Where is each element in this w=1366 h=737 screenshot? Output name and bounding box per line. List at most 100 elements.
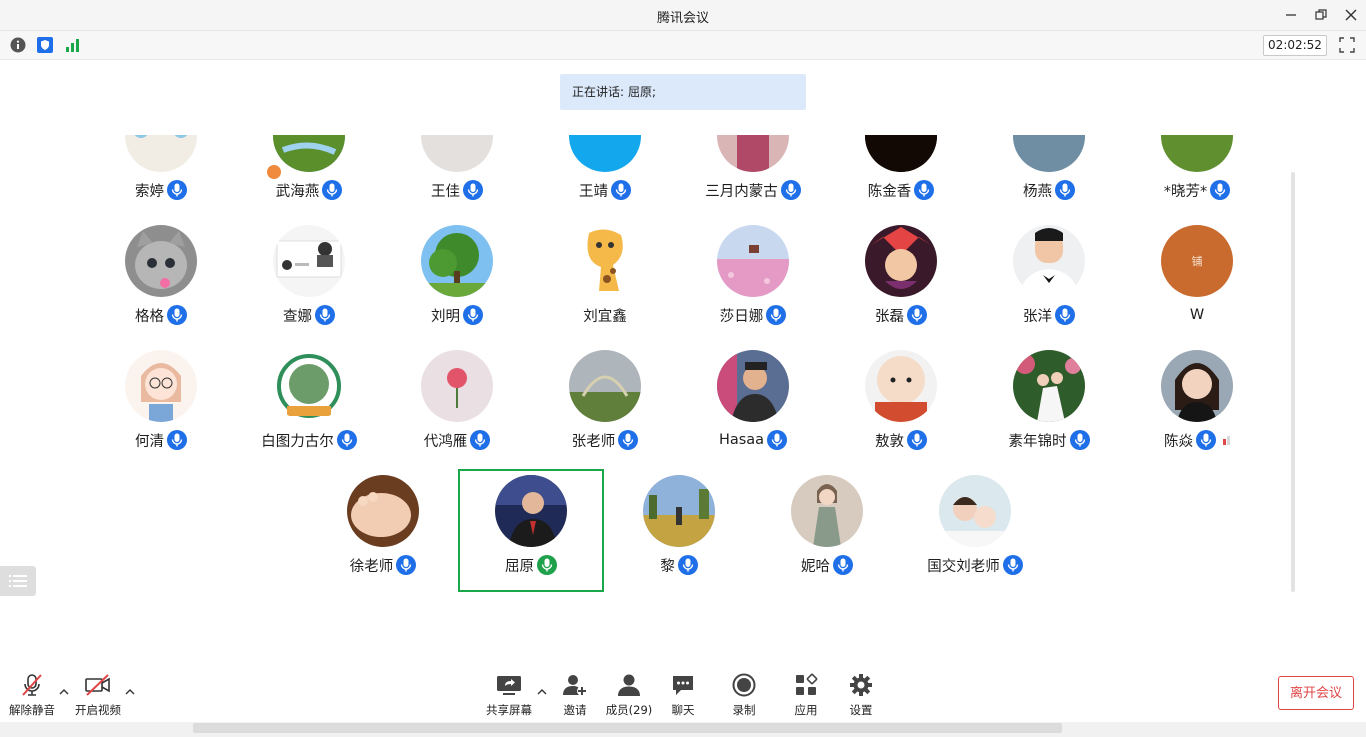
info-icon[interactable] (10, 37, 26, 53)
participant-tile[interactable]: 格格 (87, 225, 235, 345)
video-options-caret[interactable] (124, 686, 136, 698)
members-button[interactable]: 成员(29) (599, 672, 659, 720)
speaking-label: 正在讲话: (572, 85, 625, 99)
participant-tile[interactable]: 素年锦时 (975, 350, 1123, 470)
meeting-toolbar: 解除静音 开启视频 共享屏幕 邀请 成员(29) 聊天 录制 应用 设置 (0, 662, 1366, 722)
minimize-button[interactable] (1280, 4, 1302, 26)
avatar (569, 350, 641, 422)
avatar (865, 350, 937, 422)
participant-name-row: 陈金香 (827, 179, 975, 201)
participant-tile[interactable]: Hasaa (679, 350, 827, 470)
participant-name: 刘明 (431, 308, 460, 325)
share-screen-label: 共享屏幕 (486, 703, 532, 717)
participant-name-row: 索婷 (87, 179, 235, 201)
share-screen-button[interactable]: 共享屏幕 (479, 672, 539, 720)
participant-tile[interactable]: 何清 (87, 350, 235, 470)
apps-button[interactable]: 应用 (776, 672, 836, 720)
participant-name-row: 莎日娜 (679, 304, 827, 326)
close-button[interactable] (1340, 4, 1362, 26)
participant-name-row: 徐老师 (309, 554, 457, 576)
avatar (125, 135, 197, 172)
participant-name-row: 王靖 (531, 179, 679, 201)
unmute-label: 解除静音 (9, 703, 55, 717)
start-video-label: 开启视频 (75, 703, 121, 717)
participant-name: 黎 (660, 558, 675, 575)
mic-icon (167, 305, 187, 325)
participant-name: 王靖 (579, 183, 608, 200)
active-speaker-frame (458, 469, 604, 592)
participant-name-row: *晓芳* (1123, 179, 1271, 201)
participant-name: 莎日娜 (719, 308, 764, 325)
participant-tile[interactable]: 敖敦 (827, 350, 975, 470)
participant-tile[interactable]: 张洋 (975, 225, 1123, 345)
participant-tile[interactable]: 刘明 (383, 225, 531, 345)
horizontal-scrollbar[interactable] (0, 722, 1366, 737)
participant-name: 查娜 (283, 308, 312, 325)
participant-name: 格格 (135, 308, 164, 325)
avatar (865, 225, 937, 297)
apps-label: 应用 (794, 703, 818, 717)
fullscreen-icon[interactable] (1339, 37, 1355, 53)
members-label: 成员(29) (605, 703, 653, 717)
avatar (569, 225, 641, 297)
avatar (421, 135, 493, 172)
invite-button[interactable]: 邀请 (545, 672, 605, 720)
avatar (1013, 350, 1085, 422)
shield-icon[interactable] (37, 37, 53, 53)
horizontal-scrollbar-thumb[interactable] (193, 723, 1062, 733)
participant-name-row: 代鸿雁 (383, 429, 531, 451)
participant-name: 徐老师 (349, 558, 394, 575)
mic-icon (470, 430, 491, 450)
gallery-scrollbar[interactable] (1291, 172, 1295, 592)
participant-name: 代鸿雁 (423, 433, 468, 450)
participant-tile[interactable]: 代鸿雁 (383, 350, 531, 470)
participant-tile[interactable]: 张磊 (827, 225, 975, 345)
participant-name-row: 张洋 (975, 304, 1123, 326)
participant-name-row: 张磊 (827, 304, 975, 326)
start-video-button[interactable]: 开启视频 (68, 672, 128, 720)
mic-icon (833, 555, 853, 575)
participant-name: 王佳 (431, 183, 460, 200)
participant-tile[interactable]: 张老师 (531, 350, 679, 470)
chat-label: 聊天 (671, 703, 695, 717)
participant-name-row: 格格 (87, 304, 235, 326)
participant-tile[interactable]: 黎 (605, 475, 753, 595)
participant-tile[interactable]: 徐老师 (309, 475, 457, 595)
participant-name: W (1189, 307, 1205, 323)
participant-name-row: 陈焱 (1123, 429, 1271, 451)
mic-icon (780, 180, 801, 200)
participant-name-row: 刘明 (383, 304, 531, 326)
avatar (717, 350, 789, 422)
chat-button[interactable]: 聊天 (653, 672, 713, 720)
svg-text:铺: 铺 (1192, 255, 1203, 268)
participant-tile[interactable]: 国交刘老师 (901, 475, 1049, 595)
signal-strength-icon[interactable] (65, 37, 81, 53)
members-icon (618, 674, 640, 696)
avatar (125, 350, 197, 422)
avatar (273, 350, 345, 422)
participant-name-row: 素年锦时 (975, 429, 1123, 451)
record-button[interactable]: 录制 (714, 672, 774, 720)
participant-tile[interactable]: 查娜 (235, 225, 383, 345)
participant-tile[interactable]: 铺W (1123, 225, 1271, 345)
participant-name: *晓芳* (1163, 183, 1208, 200)
avatar (569, 135, 641, 172)
mic-icon (167, 430, 187, 450)
mic-icon (618, 430, 639, 450)
speaking-banner: 正在讲话: 屈原; (560, 74, 806, 110)
unmute-button[interactable]: 解除静音 (2, 672, 62, 720)
participant-tile[interactable]: 刘宜鑫 (531, 225, 679, 345)
participant-tile[interactable]: 白图力古尔 (235, 350, 383, 470)
mic-icon (1210, 180, 1231, 200)
list-view-toggle[interactable] (0, 566, 36, 596)
participant-tile[interactable]: 莎日娜 (679, 225, 827, 345)
restore-button[interactable] (1310, 4, 1332, 26)
participant-name: 张老师 (571, 433, 616, 450)
leave-meeting-button[interactable]: 离开会议 (1278, 676, 1354, 710)
mic-icon (677, 555, 698, 575)
settings-button[interactable]: 设置 (831, 672, 891, 720)
participant-tile[interactable]: 妮哈 (753, 475, 901, 595)
participant-tile[interactable]: 陈焱 (1123, 350, 1271, 470)
avatar (125, 225, 197, 297)
avatar (717, 135, 789, 172)
